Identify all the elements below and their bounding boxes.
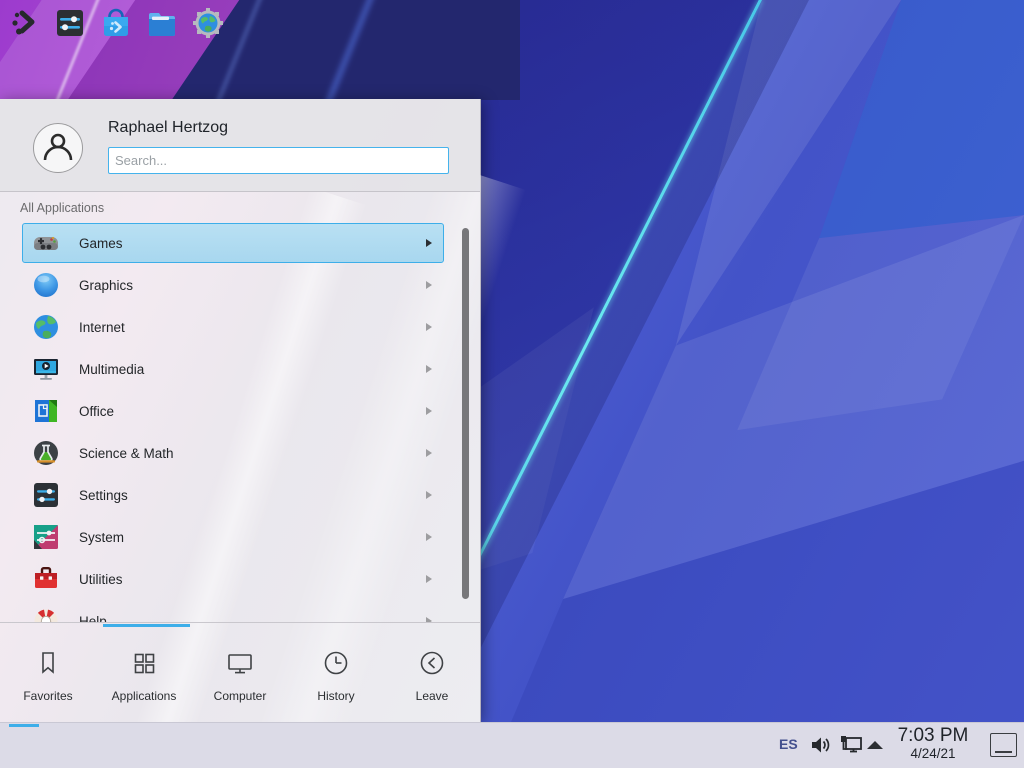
- app-grid-icon: [129, 648, 159, 683]
- bookmark-icon: [33, 648, 63, 683]
- submenu-arrow-icon: [426, 281, 432, 289]
- scrollbar[interactable]: [462, 228, 469, 599]
- submenu-arrow-icon: [426, 533, 432, 541]
- help-icon: [32, 607, 60, 622]
- discover-icon[interactable]: [100, 7, 132, 39]
- submenu-arrow-icon: [426, 365, 432, 373]
- clock-date: 4/24/21: [888, 747, 978, 762]
- category-games[interactable]: Games: [22, 223, 444, 263]
- submenu-arrow-icon: [426, 491, 432, 499]
- application-category-list: Games Graphics: [0, 223, 480, 622]
- submenu-arrow-icon: [426, 575, 432, 583]
- volume-icon[interactable]: [808, 733, 832, 762]
- kickoff-launcher-icon[interactable]: [8, 7, 40, 39]
- settings-icon: [32, 481, 60, 509]
- tab-label: Applications: [112, 689, 177, 703]
- user-avatar[interactable]: [33, 123, 83, 173]
- active-launcher-indicator: [9, 724, 39, 727]
- tab-label: Computer: [214, 689, 267, 703]
- system-settings-icon[interactable]: [54, 7, 86, 39]
- user-name: Raphael Hertzog: [108, 119, 228, 137]
- history-icon: [321, 648, 351, 683]
- tab-label: Leave: [416, 689, 449, 703]
- submenu-arrow-icon: [426, 449, 432, 457]
- clock-time: 7:03 PM: [888, 726, 978, 747]
- computer-icon: [225, 648, 255, 683]
- file-manager-icon[interactable]: [146, 7, 178, 39]
- category-system[interactable]: System: [22, 517, 444, 557]
- tab-bar-divider: [0, 622, 480, 623]
- application-launcher-menu: Raphael Hertzog All Applications: [0, 99, 481, 722]
- globe-icon: [32, 313, 60, 341]
- category-label: Science & Math: [79, 446, 174, 461]
- tab-applications[interactable]: Applications: [96, 629, 192, 721]
- category-multimedia[interactable]: Multimedia: [22, 349, 444, 389]
- gamepad-icon: [32, 229, 60, 257]
- category-label: Settings: [79, 488, 128, 503]
- category-label: System: [79, 530, 124, 545]
- multimedia-icon: [32, 355, 60, 383]
- web-browser-icon[interactable]: [192, 7, 224, 39]
- category-label: Office: [79, 404, 114, 419]
- tab-history[interactable]: History: [288, 629, 384, 721]
- office-icon: [32, 397, 60, 425]
- category-label: Internet: [79, 320, 125, 335]
- show-desktop-button[interactable]: [990, 733, 1017, 757]
- submenu-arrow-icon: [426, 239, 432, 247]
- search-input[interactable]: [108, 147, 449, 174]
- tab-computer[interactable]: Computer: [192, 629, 288, 721]
- category-label: Multimedia: [79, 362, 144, 377]
- sphere-icon: [32, 271, 60, 299]
- wired-network-icon[interactable]: [838, 732, 864, 763]
- category-internet[interactable]: Internet: [22, 307, 444, 347]
- active-tab-indicator: [103, 624, 190, 627]
- category-graphics[interactable]: Graphics: [22, 265, 444, 305]
- submenu-arrow-icon: [426, 323, 432, 331]
- tab-favorites[interactable]: Favorites: [0, 629, 96, 721]
- category-label: Games: [79, 236, 123, 251]
- digital-clock[interactable]: 7:03 PM 4/24/21: [888, 726, 978, 761]
- category-science-math[interactable]: Science & Math: [22, 433, 444, 473]
- science-icon: [32, 439, 60, 467]
- category-label: Help: [79, 614, 107, 623]
- leave-icon: [417, 648, 447, 683]
- keyboard-layout-indicator[interactable]: ES: [779, 736, 798, 752]
- expand-tray-icon[interactable]: [867, 741, 883, 749]
- tab-label: Favorites: [23, 689, 72, 703]
- tab-label: History: [317, 689, 354, 703]
- tab-leave[interactable]: Leave: [384, 629, 480, 721]
- category-label: Utilities: [79, 572, 123, 587]
- launcher-header: Raphael Hertzog: [0, 99, 480, 192]
- launcher-tab-bar: Favorites Applications: [0, 629, 480, 721]
- desktop: Raphael Hertzog All Applications: [0, 0, 1024, 768]
- section-label: All Applications: [20, 201, 104, 215]
- category-utilities[interactable]: Utilities: [22, 559, 444, 599]
- category-label: Graphics: [79, 278, 133, 293]
- category-settings[interactable]: Settings: [22, 475, 444, 515]
- category-help[interactable]: Help: [22, 601, 444, 622]
- system-icon: [32, 523, 60, 551]
- category-office[interactable]: Office: [22, 391, 444, 431]
- submenu-arrow-icon: [426, 407, 432, 415]
- toolbox-icon: [32, 565, 60, 593]
